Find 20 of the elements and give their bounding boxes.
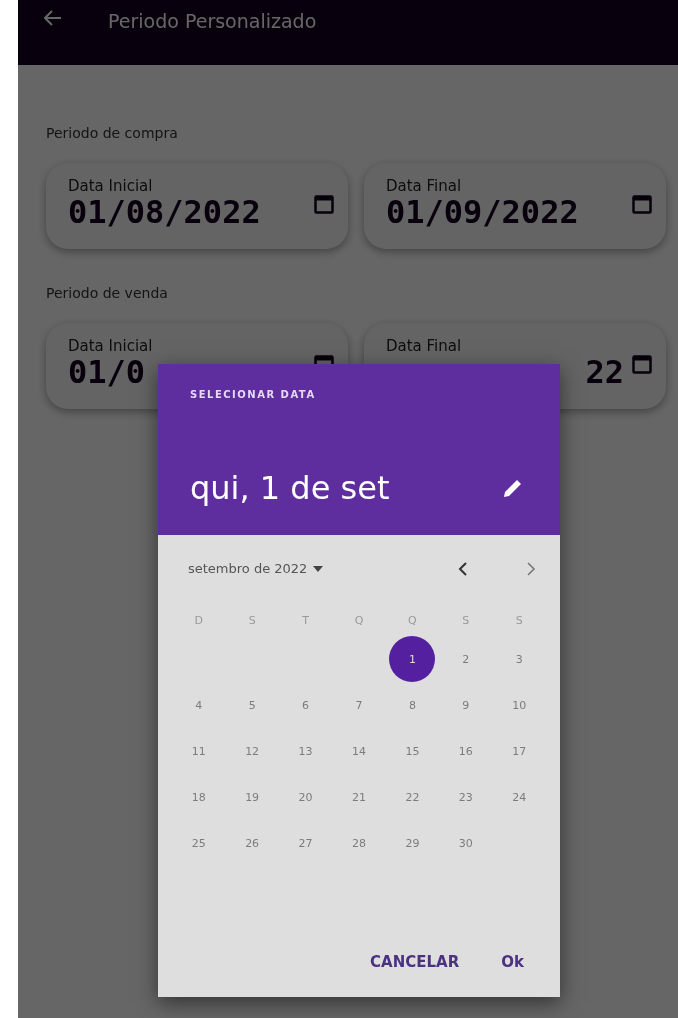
- screen-title: Periodo Personalizado: [108, 10, 317, 32]
- weekday-label: S: [248, 614, 256, 627]
- section-label: Periodo de compra: [46, 125, 179, 141]
- field-value: 01/08/2022: [68, 195, 262, 231]
- field-value: 01/09/2022: [386, 195, 580, 231]
- weekday-label: Q: [354, 614, 364, 627]
- field-label: Data Final: [386, 337, 463, 356]
- field-label: Data Inicial: [68, 337, 154, 356]
- field-label: Data Inicial: [68, 177, 154, 196]
- weekday-label: D: [194, 614, 203, 627]
- field-value: 22: [585, 355, 624, 391]
- field-label: Data Final: [386, 177, 463, 196]
- field-value: 01/0: [68, 355, 147, 391]
- weekday-label: T: [302, 614, 309, 627]
- selected-date: qui, 1 de set: [190, 469, 390, 507]
- weekday-label: S: [462, 614, 470, 627]
- section-label: Periodo de venda: [46, 285, 169, 301]
- weekday-label: S: [515, 614, 523, 627]
- dialog-overline: SELECIONAR DATA: [190, 389, 317, 400]
- weekday-label: Q: [408, 614, 417, 627]
